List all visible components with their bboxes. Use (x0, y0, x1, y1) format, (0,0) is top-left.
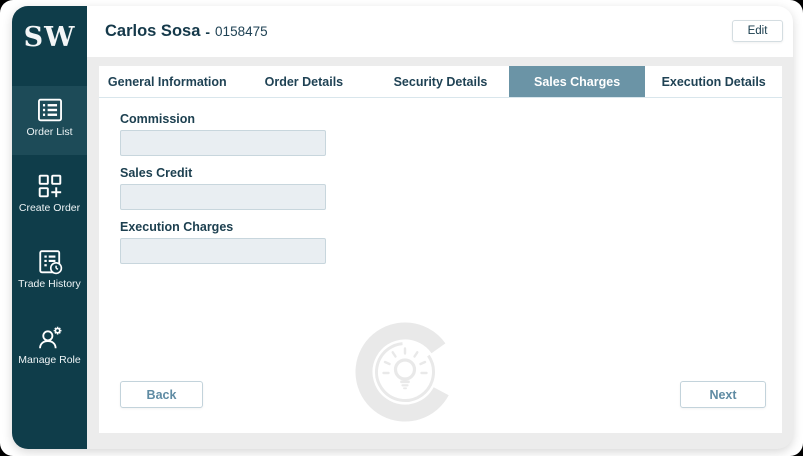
next-button[interactable]: Next (680, 381, 766, 408)
tab-security-details[interactable]: Security Details (372, 66, 509, 97)
tab-order-details[interactable]: Order Details (235, 66, 373, 97)
order-list-icon (37, 97, 63, 123)
sidebar: SW Order List Create Order Trade History… (12, 6, 87, 449)
tab-execution-details[interactable]: Execution Details (645, 66, 782, 97)
sidebar-item-label: Trade History (18, 278, 81, 290)
watermark-lightbulb-logo (345, 312, 465, 432)
sales-charges-form: Commission Sales Credit Execution Charge… (120, 112, 326, 274)
create-order-icon (37, 173, 63, 199)
sales-credit-input[interactable] (120, 184, 326, 210)
sidebar-item-label: Create Order (18, 202, 81, 214)
back-button[interactable]: Back (120, 381, 203, 408)
sidebar-item-create-order[interactable]: Create Order (12, 162, 87, 231)
sales-credit-label: Sales Credit (120, 166, 193, 180)
title-separator: - (205, 23, 211, 40)
commission-label: Commission (120, 112, 196, 126)
page-header: Carlos Sosa - 0158475 Edit (87, 6, 793, 57)
app-logo: SW (23, 22, 76, 53)
tab-general-information[interactable]: General Information (99, 66, 236, 97)
tab-bar: General Information Order Details Securi… (99, 66, 782, 98)
form-field-commission: Commission (120, 112, 326, 156)
sidebar-item-manage-role[interactable]: Manage Role (12, 314, 87, 383)
page-background: SW Order List Create Order Trade History… (0, 0, 803, 456)
sidebar-item-label: Manage Role (18, 354, 81, 366)
sidebar-item-order-list[interactable]: Order List (12, 86, 87, 155)
user-id: 0158475 (215, 24, 268, 39)
execution-charges-input[interactable] (120, 238, 326, 264)
trade-history-icon (37, 249, 63, 275)
edit-button[interactable]: Edit (732, 20, 783, 42)
sidebar-item-trade-history[interactable]: Trade History (12, 238, 87, 307)
page-title: Carlos Sosa - 0158475 (105, 6, 268, 57)
commission-input[interactable] (120, 130, 326, 156)
content-panel: General Information Order Details Securi… (99, 66, 782, 433)
app-window: SW Order List Create Order Trade History… (12, 6, 793, 449)
form-field-sales-credit: Sales Credit (120, 166, 326, 210)
execution-charges-label: Execution Charges (120, 220, 234, 234)
user-name: Carlos Sosa (105, 22, 201, 40)
sidebar-item-label: Order List (26, 126, 73, 138)
manage-role-icon (37, 325, 63, 351)
form-field-execution-charges: Execution Charges (120, 220, 326, 264)
tab-sales-charges[interactable]: Sales Charges (508, 66, 646, 97)
